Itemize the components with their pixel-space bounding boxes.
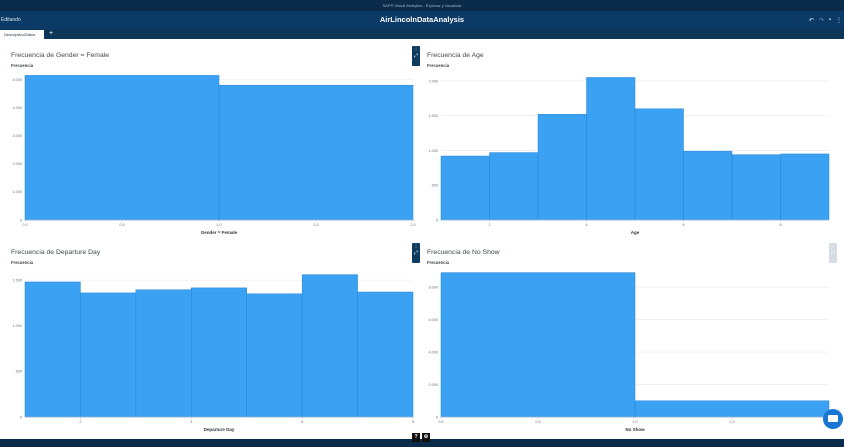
histogram-bar: [80, 292, 137, 418]
x-tick-label: 1,5: [729, 420, 734, 424]
x-tick-label: 6: [301, 420, 303, 424]
histogram-chart: 0 500 1.000 1.500 2.000 2 4 6 8 Age: [428, 77, 830, 235]
histogram-bar: [301, 274, 358, 418]
histogram-chart: 0 500 1.000 1.500 2 4 6 8 Departure Day: [12, 274, 414, 432]
y-axis-label: Frecuencia: [427, 260, 450, 265]
settings-button[interactable]: ⚙: [422, 433, 430, 442]
x-tick-label: 8: [779, 223, 781, 227]
histogram-bar: [537, 114, 587, 221]
y-tick-label: 1.500: [12, 278, 22, 282]
y-tick-label: 0: [436, 218, 438, 222]
y-tick-label: 1.000: [12, 324, 22, 328]
histogram-chart: 0 2.000 4.000 6.000 8.000 0,0 0,5 1,0 1,5 No Show: [428, 272, 830, 432]
histogram-bar: [24, 281, 81, 418]
y-tick-label: 1.500: [428, 114, 438, 118]
y-axis-label: Frecuencia: [11, 63, 34, 68]
x-tick-label: 6: [682, 223, 684, 227]
x-tick-label: 2,0: [410, 223, 415, 227]
x-tick-label: 1,0: [632, 420, 637, 424]
x-tick-label: 8: [412, 420, 414, 424]
chart-title: Frecuencia de Age: [427, 52, 484, 59]
report-canvas: 0 1.000 2.000 3.000 4.000 5.000 0,0 0,5 1,0 1,5 2,…: [0, 39, 844, 439]
save-icon[interactable]: ▪: [829, 17, 831, 23]
x-tick-label: 0,0: [438, 420, 443, 424]
y-tick-label: 6.000: [428, 318, 438, 322]
histogram-bar: [586, 77, 636, 221]
chat-icon[interactable]: [823, 409, 843, 429]
histogram-bar: [440, 155, 490, 221]
y-tick-label: 1.000: [12, 190, 22, 194]
y-tick-label: 5.000: [12, 78, 22, 82]
more-options-icon[interactable]: ⋮: [836, 17, 842, 24]
chart-panel-no-show: 0 2.000 4.000 6.000 8.000 0,0 0,5 1,0 1,5 No Show…: [416, 249, 836, 439]
chart-title: Frecuencia de No Show: [427, 249, 500, 256]
add-tab-button[interactable]: +: [47, 29, 55, 39]
histogram-bar: [634, 400, 830, 418]
x-tick-label: 0,5: [535, 420, 540, 424]
y-tick-label: 1.000: [428, 149, 438, 153]
x-tick-label: 2: [79, 420, 81, 424]
x-tick-label: 0,0: [22, 223, 27, 227]
x-tick-label: 1,0: [216, 223, 221, 227]
x-tick-label: 0,5: [119, 223, 124, 227]
x-tick-label: 4: [190, 420, 192, 424]
y-tick-label: 500: [16, 370, 22, 374]
x-tick-label: 2: [488, 223, 490, 227]
y-tick-label: 500: [432, 184, 438, 188]
histogram-bar: [357, 291, 414, 418]
y-tick-label: 2.000: [428, 383, 438, 387]
histogram-chart: 0 1.000 2.000 3.000 4.000 5.000 0,0 0,5 1,0 1,5 2,…: [12, 75, 416, 235]
histogram-bar: [246, 293, 303, 418]
window-title: SAP® Visual Analytics - Explorar y visua…: [382, 3, 462, 8]
chart-title: Frecuencia de Gender = Female: [11, 52, 110, 59]
x-axis-title: Age: [631, 230, 640, 235]
chart-panel-departure-day: 0 500 1.000 1.500 2 4 6 8 Departure Day Frecuenc…: [0, 249, 420, 439]
y-tick-label: 2.000: [428, 79, 438, 83]
y-tick-label: 2.000: [12, 162, 22, 166]
histogram-bar: [24, 75, 220, 221]
chart-menu-button[interactable]: ⋮ ⤢: [829, 243, 837, 263]
y-tick-label: 0: [436, 415, 438, 419]
chart-panel-gender: 0 1.000 2.000 3.000 4.000 5.000 0,0 0,5 1,0 1,5 2,…: [0, 52, 420, 242]
x-tick-label: 4: [585, 223, 587, 227]
document-title: AirLincolnDataAnalysis: [379, 15, 465, 24]
histogram-bar: [440, 272, 636, 418]
y-tick-label: 4.000: [12, 106, 22, 110]
tab-bar: Descriptivo/Datos +: [0, 29, 844, 39]
x-axis-title: No Show: [625, 427, 645, 432]
histogram-bar: [135, 289, 192, 418]
x-axis-title: Gender = Female: [201, 230, 238, 235]
app-header: Editando AirLincolnDataAnalysis ↶ ↷ ▪ ⋮: [0, 11, 844, 29]
histogram-bar: [731, 154, 781, 221]
header-toolbar: ↶ ↷ ▪ ⋮: [809, 11, 842, 29]
y-tick-label: 0: [20, 218, 22, 222]
y-tick-label: 0: [20, 415, 22, 419]
chart-title: Frecuencia de Departure Day: [11, 249, 101, 256]
histogram-bar: [489, 152, 539, 221]
help-button[interactable]: ?: [412, 433, 420, 442]
histogram-bar: [780, 153, 830, 221]
window-title-bar: SAP® Visual Analytics - Explorar y visua…: [0, 0, 844, 11]
histogram-bar: [191, 287, 247, 418]
redo-icon[interactable]: ↷: [819, 17, 824, 24]
histogram-bar: [634, 108, 684, 221]
x-tick-label: 1,5: [313, 223, 318, 227]
y-tick-label: 4.000: [428, 350, 438, 354]
chart-panel-age: 0 500 1.000 1.500 2.000 2 4 6 8 Age Frecuencia de…: [416, 52, 836, 242]
y-tick-label: 3.000: [12, 134, 22, 138]
histogram-bar: [683, 150, 733, 221]
y-axis-label: Frecuencia: [11, 260, 34, 265]
y-axis-label: Frecuencia: [427, 63, 450, 68]
x-axis-title: Departure Day: [204, 427, 235, 432]
tab-descriptivo[interactable]: Descriptivo/Datos: [0, 30, 44, 39]
histogram-bar: [218, 84, 414, 221]
y-tick-label: 8.000: [428, 286, 438, 290]
undo-icon[interactable]: ↶: [809, 17, 814, 24]
